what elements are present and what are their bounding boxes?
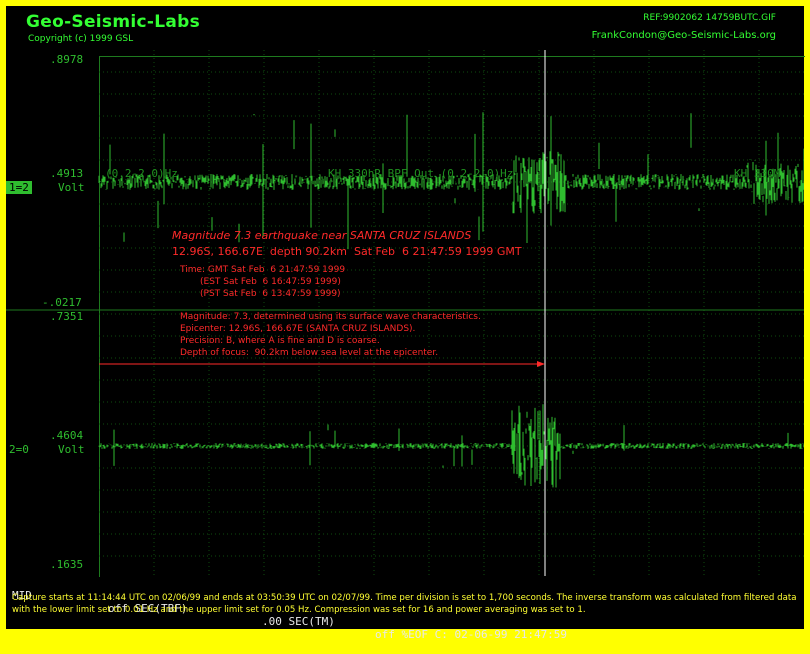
event-time-est: (EST Sat Feb 6 16:47:59 1999) [200,277,341,287]
event-time-gmt: Time: GMT Sat Feb 6 21:47:59 1999 [180,265,346,275]
ch1-filter-overlay-left: (0.2-2.0)Hz [105,167,178,180]
ch2-label[interactable]: 2=0 [6,443,32,456]
event-title: Magnitude 7.3 earthquake near SANTA CRUZ… [172,229,472,242]
ch2-scale-top: .7351 [50,310,84,323]
ch1-scale-mid: .4913 [50,167,84,180]
display-frame: Geo-Seismic-Labs Copyright (c) 1999 GSL … [6,6,805,641]
event-coordinates: 12.96S, 166.67E depth 90.2km Sat Feb 6 2… [172,245,522,258]
ch2-scale-mid: .4604 [50,429,84,442]
event-detail-epicenter: Epicenter: 12.96S, 166.67E (SANTA CRUZ I… [180,324,416,334]
ch1-filter-overlay-right: KH 330M [734,167,781,180]
ch2-unit: Volt [58,443,85,456]
ch1-unit: Volt [58,181,85,194]
status-bar: MID off SEC(TBF) .00 SEC(TM) off %EOF C:… [12,576,804,641]
event-detail-magnitude: Magnitude: 7.3, determined using its sur… [180,312,481,322]
event-time-pst: (PST Sat Feb 6 13:47:59 1999) [200,289,341,299]
ch2-scale-bottom: .1635 [50,558,84,571]
ch2-trace [98,404,804,488]
capture-notes: Capture starts at 11:14:44 UTC on 02/06/… [12,593,797,615]
ch1-filter-overlay-mid: KH 330hR BPF Out (0.2-2.0)Hz [328,167,514,180]
event-arrow-head [537,361,545,367]
ch1-scale-top: .8978 [50,53,84,66]
event-detail-depth: Depth of focus: 90.2km below sea level a… [180,348,439,358]
event-detail-precision: Precision: B, where A is fine and D is c… [180,336,380,346]
ch1-label[interactable]: 1=2 [6,181,32,194]
ch1-scale-bottom: -.0217 [42,296,82,309]
